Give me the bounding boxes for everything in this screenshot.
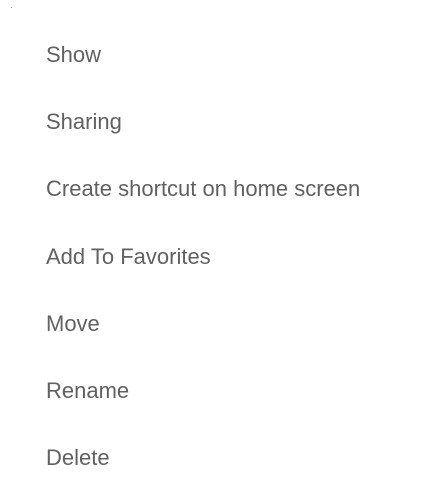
menu-list: Show Sharing Create shortcut on home scr…	[0, 21, 443, 492]
context-menu: Show Sharing Create shortcut on home scr…	[0, 0, 443, 499]
corner-dot	[11, 7, 12, 8]
menu-item-delete[interactable]: Delete	[0, 425, 443, 492]
menu-item-rename[interactable]: Rename	[0, 357, 443, 424]
menu-item-create-shortcut[interactable]: Create shortcut on home screen	[0, 156, 443, 223]
menu-item-label: Rename	[46, 378, 130, 404]
menu-item-show[interactable]: Show	[0, 21, 443, 88]
menu-item-label: Show	[46, 41, 102, 67]
menu-item-label: Add To Favorites	[46, 243, 211, 269]
menu-item-label: Create shortcut on home screen	[46, 176, 361, 202]
menu-item-label: Delete	[46, 445, 110, 471]
menu-item-label: Sharing	[46, 108, 122, 134]
menu-item-move[interactable]: Move	[0, 290, 443, 357]
menu-item-add-to-favorites[interactable]: Add To Favorites	[0, 223, 443, 290]
menu-item-sharing[interactable]: Sharing	[0, 88, 443, 155]
menu-item-label: Move	[46, 310, 100, 336]
